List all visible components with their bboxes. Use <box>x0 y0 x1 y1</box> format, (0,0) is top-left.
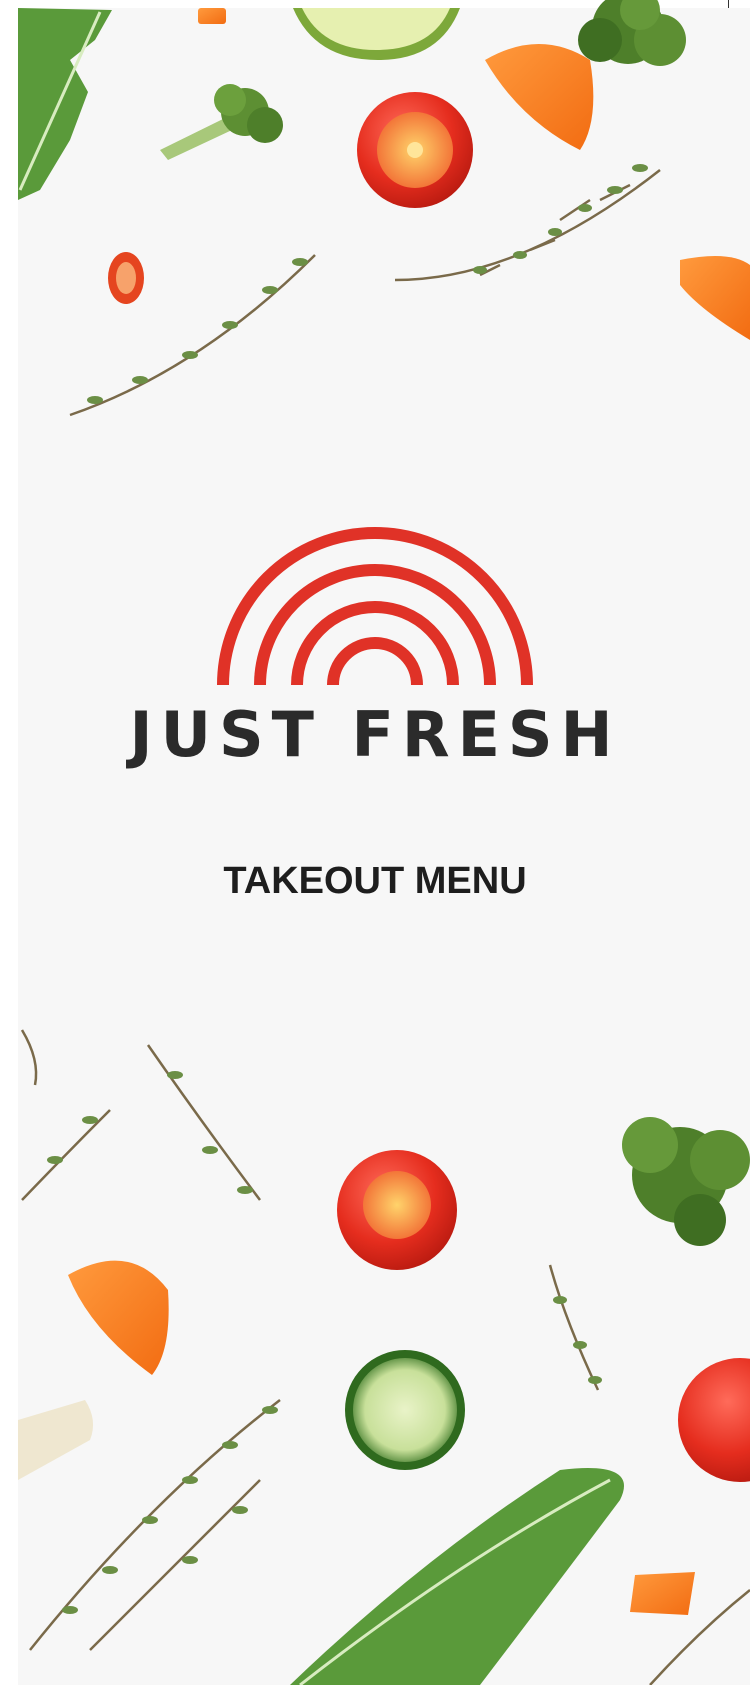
brand-name: JUST FRESH <box>129 698 621 771</box>
thyme-sprig-icon <box>548 1264 600 1391</box>
carrot-slice-icon <box>485 44 594 150</box>
thyme-sprig-icon <box>20 1029 262 1201</box>
vegetable-decor <box>18 0 750 1685</box>
carrot-slice-icon <box>680 256 750 340</box>
brand-logo <box>0 520 750 695</box>
carrot-slice-icon <box>630 1572 695 1615</box>
arugula-leaf-icon <box>18 8 112 200</box>
menu-title: TAKEOUT MENU <box>223 860 527 902</box>
carrot-slice-icon <box>68 1260 169 1375</box>
tomato-half-icon <box>337 1150 457 1270</box>
tomato-half-icon <box>678 1358 750 1482</box>
tomato-half-icon <box>357 92 473 208</box>
carrot-slice-icon <box>198 8 226 24</box>
broccoli-icon <box>160 84 283 160</box>
menu-cover-page: JUST FRESH TAKEOUT MENU <box>0 0 750 1685</box>
cucumber-slice-icon <box>345 1350 465 1470</box>
lime-slice-icon <box>293 8 460 60</box>
arugula-leaf-icon <box>290 1468 624 1685</box>
broccoli-icon <box>578 0 686 66</box>
garlic-icon <box>18 1400 94 1480</box>
broccoli-icon <box>622 1117 750 1246</box>
rainbow-arches-icon <box>217 527 533 686</box>
chili-slice-icon <box>108 252 144 304</box>
thyme-sprig-icon <box>69 254 316 417</box>
